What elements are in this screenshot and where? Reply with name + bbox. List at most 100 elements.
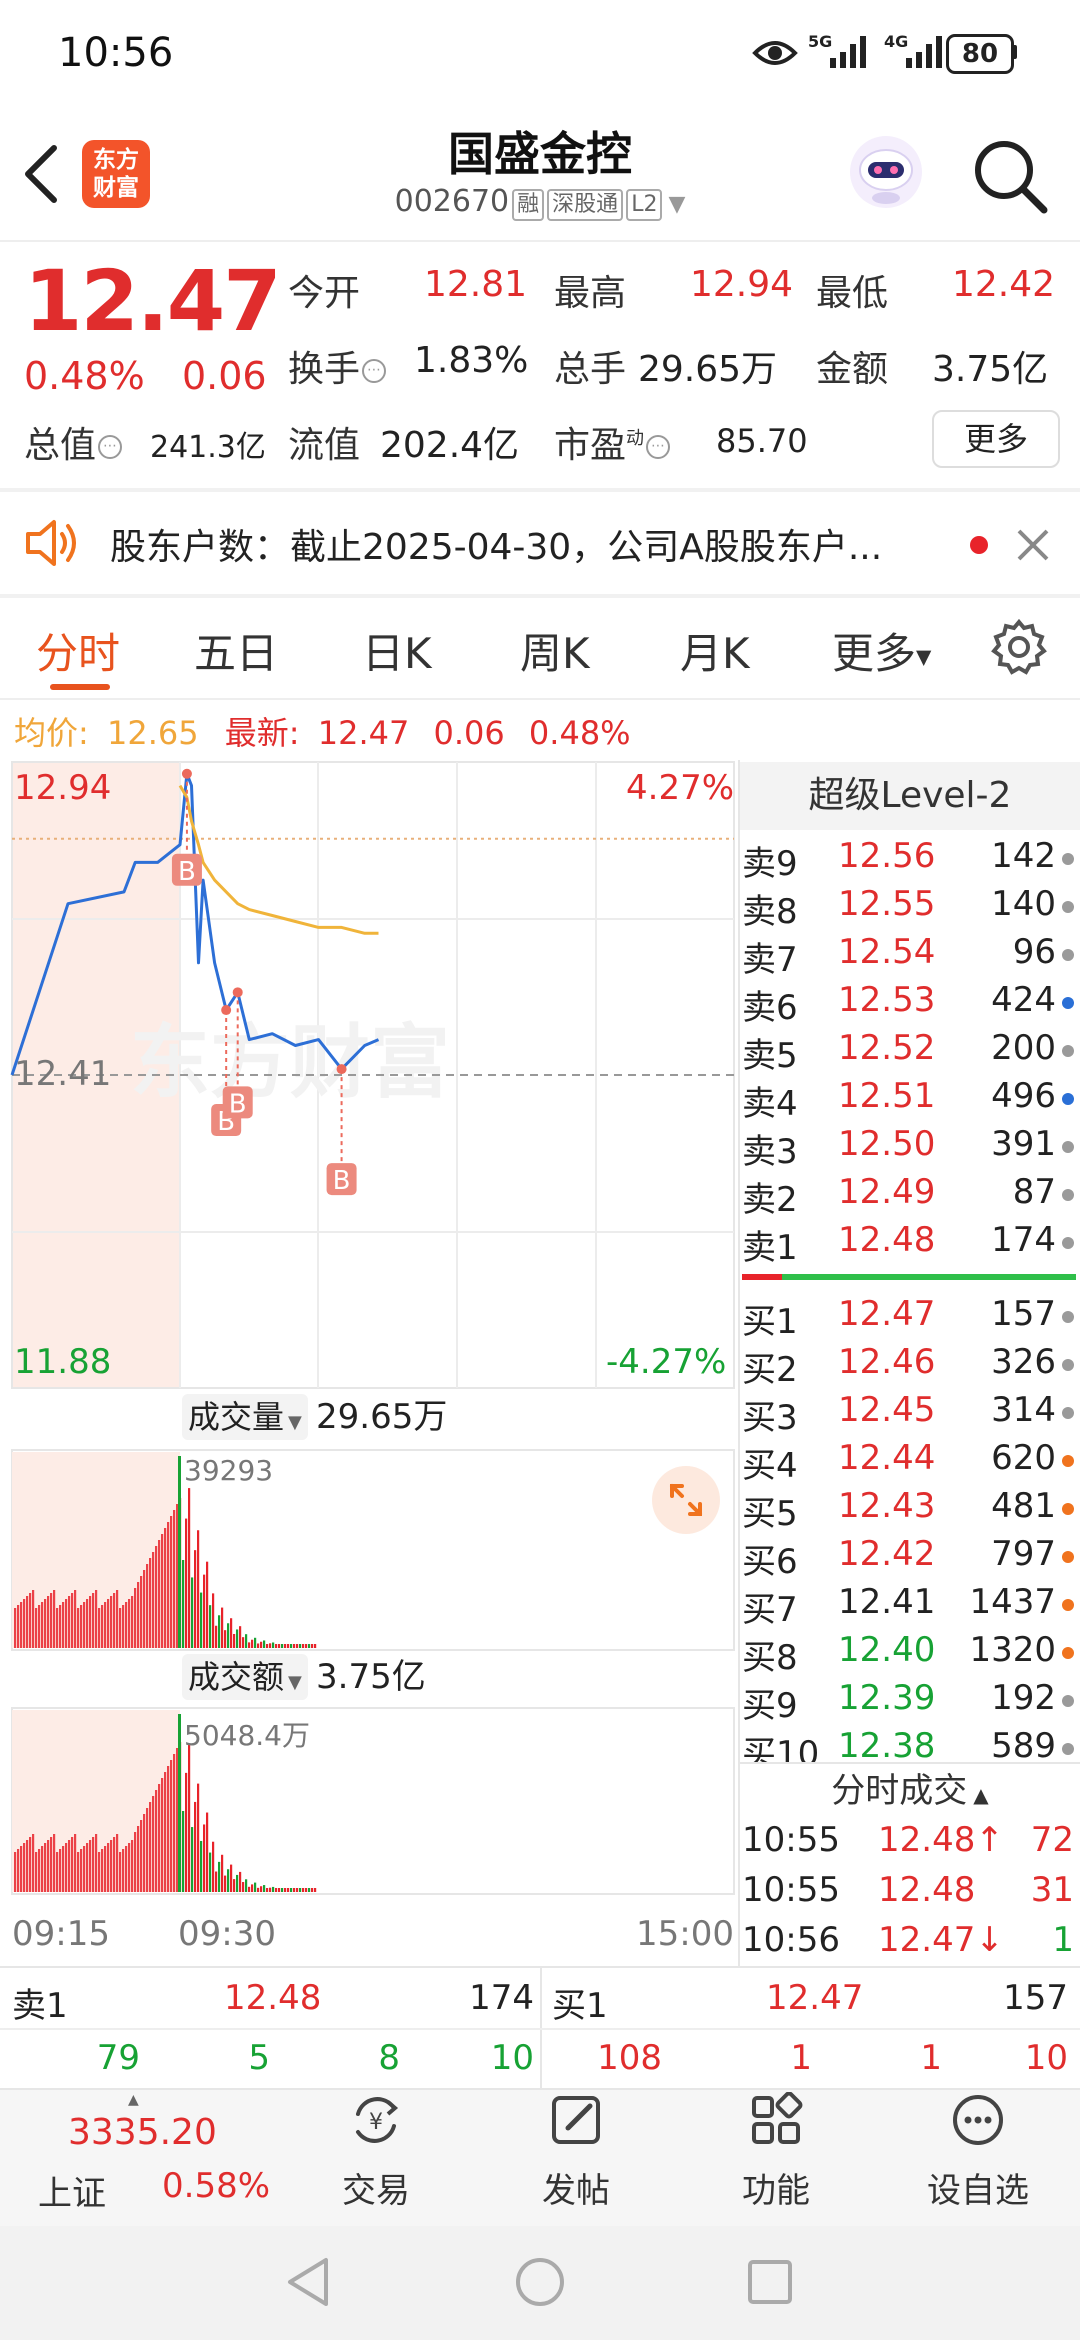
- nav-trade[interactable]: ¥ 交易: [276, 2092, 476, 2212]
- amount-bar: [266, 1888, 269, 1892]
- bid-row[interactable]: 买7 12.41 1437: [742, 1582, 1080, 1630]
- amount-bar: [41, 1846, 44, 1892]
- nav-post-label: 发帖: [542, 2171, 610, 2211]
- order-level-label: 买1: [742, 1302, 798, 1342]
- nav-functions-label: 功能: [742, 2171, 810, 2211]
- amount-bar: [230, 1864, 233, 1892]
- amount-bar: [287, 1888, 290, 1892]
- amount-bar: [314, 1888, 317, 1892]
- amount-bar: [146, 1808, 149, 1892]
- order-volume: 481: [991, 1486, 1056, 1526]
- nav-post[interactable]: 发帖: [476, 2092, 676, 2212]
- bid-row[interactable]: 买1 12.47 157: [742, 1294, 1080, 1342]
- amount-bar: [29, 1837, 32, 1892]
- amount-bar: [35, 1852, 38, 1892]
- amount-bar: [278, 1888, 281, 1892]
- order-level-label: 买5: [742, 1494, 798, 1534]
- bid-row[interactable]: 买9 12.39 192: [742, 1678, 1080, 1726]
- nav-recents-icon[interactable]: [746, 2258, 794, 2306]
- amount-bar: [260, 1886, 263, 1892]
- order-dot-icon: [1062, 1359, 1074, 1371]
- amount-bar: [284, 1888, 287, 1892]
- amount-bar: [23, 1843, 26, 1892]
- tick-volume: 31: [1030, 1870, 1074, 1910]
- order-price: 12.40: [838, 1630, 936, 1670]
- amount-bar: [107, 1843, 110, 1892]
- ticks-title[interactable]: 分时成交 ▲: [740, 1766, 1080, 1820]
- amount-bar: [110, 1840, 113, 1892]
- order-price: 12.46: [838, 1342, 936, 1382]
- amount-bar: [32, 1834, 35, 1892]
- tick-time: 10:56: [742, 1920, 840, 1960]
- order-volume: 314: [991, 1390, 1056, 1430]
- sell1-label: 卖1: [12, 1986, 68, 2026]
- buy1-label: 买1: [552, 1986, 608, 2026]
- amount-bar: [206, 1812, 209, 1892]
- amount-bar: [125, 1846, 128, 1892]
- buy1-summary[interactable]: 买1 12.47 157 108 1 1 10: [542, 1968, 1080, 2088]
- amount-bar: [221, 1854, 224, 1892]
- bid-row[interactable]: 买5 12.43 481: [742, 1486, 1080, 1534]
- sell1-price: 12.48: [224, 1978, 322, 2018]
- order-dot-icon: [1062, 1455, 1074, 1467]
- nav-back-icon[interactable]: [286, 2256, 330, 2308]
- amount-bar: [113, 1837, 116, 1892]
- amount-bar: [209, 1852, 212, 1892]
- bid-row[interactable]: 买2 12.46 326: [742, 1342, 1080, 1390]
- order-dot-icon: [1062, 1695, 1074, 1707]
- amount-bar: [143, 1814, 146, 1892]
- buy1-price: 12.47: [766, 1978, 864, 2018]
- functions-grid-icon: [752, 2091, 803, 2144]
- order-level-label: 买6: [742, 1542, 798, 1582]
- amount-bar: [257, 1887, 260, 1892]
- amount-bar: [80, 1849, 83, 1892]
- amount-bar: [50, 1837, 53, 1892]
- amount-bar: [194, 1801, 197, 1892]
- amount-bar: [296, 1888, 299, 1892]
- nav-functions[interactable]: 功能: [676, 2091, 876, 2212]
- amount-bar: [248, 1886, 251, 1892]
- order-volume: 620: [991, 1438, 1056, 1478]
- bid-row[interactable]: 买8 12.40 1320: [742, 1630, 1080, 1678]
- amount-bar: [53, 1834, 56, 1892]
- bid-row[interactable]: 买4 12.44 620: [742, 1438, 1080, 1486]
- amount-bar: [44, 1843, 47, 1892]
- order-volume: 797: [991, 1534, 1056, 1574]
- amount-bar: [170, 1760, 173, 1892]
- amount-bar: [38, 1849, 41, 1892]
- amount-bar: [281, 1888, 284, 1892]
- amount-bar: [83, 1846, 86, 1892]
- buy1-volume: 157: [1003, 1978, 1068, 2018]
- index-quote-button[interactable]: ▲ 3335.20 上证 0.58%: [0, 2088, 280, 2224]
- index-name: 上证: [38, 2174, 106, 2214]
- amount-bar: [191, 1827, 194, 1892]
- amount-bar: [116, 1834, 119, 1892]
- amount-bar: [176, 1748, 179, 1892]
- trade-tick-row: 10:55 12.48 31: [742, 1870, 1080, 1918]
- sell-queue-item: 5: [248, 2038, 270, 2078]
- bid-row[interactable]: 买6 12.42 797: [742, 1534, 1080, 1582]
- amount-bar: [290, 1888, 293, 1892]
- amount-bar: [239, 1871, 242, 1892]
- sell-queue-item: 10: [490, 2038, 534, 2078]
- amount-bar: [74, 1834, 77, 1892]
- time-open-label: 09:30: [178, 1914, 276, 1954]
- nav-add-watchlist[interactable]: 设自选: [878, 2092, 1078, 2212]
- order-dot-icon: [1062, 1743, 1074, 1755]
- amount-bar: [203, 1824, 206, 1892]
- bid-row[interactable]: 买10 12.38 589: [742, 1726, 1080, 1762]
- amount-bar: [227, 1869, 230, 1892]
- order-price: 12.43: [838, 1486, 936, 1526]
- amount-bar: [299, 1888, 302, 1892]
- sell1-volume: 174: [469, 1978, 534, 2018]
- nav-home-icon[interactable]: [514, 2256, 566, 2308]
- amount-bar: [272, 1886, 275, 1892]
- bid-row[interactable]: 买3 12.45 314: [742, 1390, 1080, 1438]
- order-level-label: 买2: [742, 1350, 798, 1390]
- index-percent: 0.58%: [162, 2166, 271, 2206]
- amount-bar: [149, 1802, 152, 1892]
- order-dot-icon: [1062, 1647, 1074, 1659]
- buy-queue-item: 108: [597, 2038, 662, 2078]
- nav-trade-label: 交易: [342, 2171, 410, 2211]
- amount-bar: [161, 1778, 164, 1892]
